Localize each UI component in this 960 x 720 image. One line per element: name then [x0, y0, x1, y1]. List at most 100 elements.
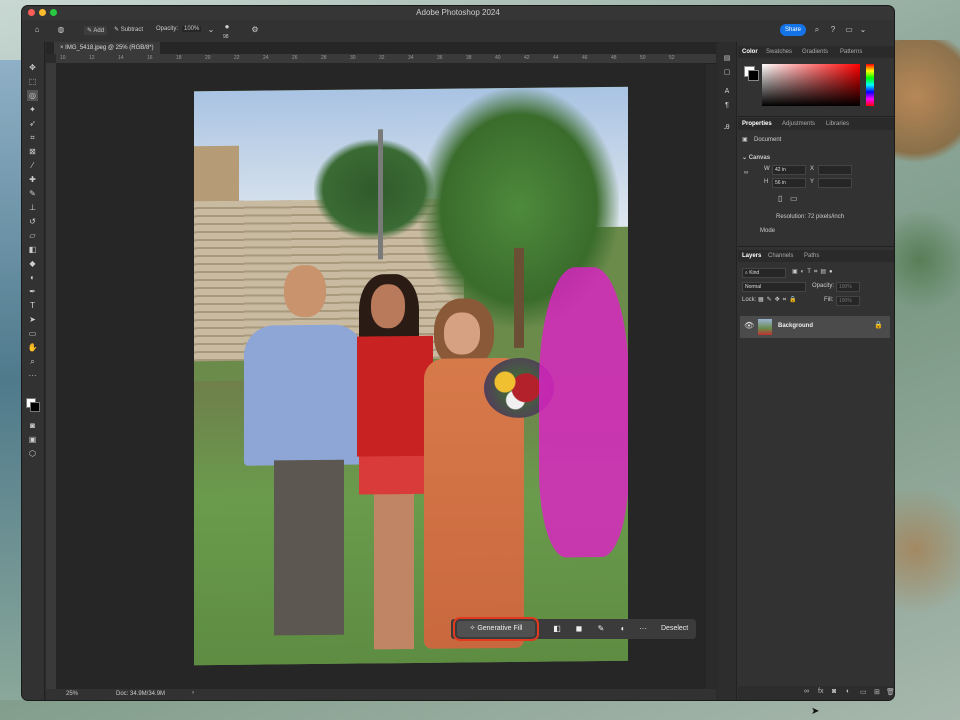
y-input[interactable]	[818, 178, 852, 188]
magic-wand-tool-icon[interactable]: ✦	[27, 104, 38, 115]
layer-filter-kind[interactable]: ⌕ Kind	[742, 268, 786, 278]
more-options-icon[interactable]: ···	[637, 623, 649, 635]
object-selection-tool-icon[interactable]: ◎	[27, 90, 38, 101]
hand-tool-icon[interactable]: ✋	[27, 342, 38, 353]
gear-icon[interactable]: ⚙	[250, 25, 260, 35]
eraser-tool-icon[interactable]: ▱	[27, 230, 38, 241]
layer-row-background[interactable]: 👁 Background 🔒	[740, 316, 890, 338]
tab-libraries[interactable]: Libraries	[826, 121, 849, 127]
chevron-down-icon[interactable]: ⌄	[858, 25, 868, 35]
select-subject-icon[interactable]: ◧	[551, 623, 563, 635]
document-tab[interactable]: × IMG_5418.jpeg @ 25% (RGB/8*)	[54, 42, 160, 54]
options-bar: ⌂ ◍ ✎ Add ✎ Subtract Opacity: 100% ⌄ ● 9…	[22, 20, 894, 43]
home-icon[interactable]: ⌂	[32, 25, 42, 35]
portrait-orientation-icon[interactable]: ▯	[778, 194, 782, 203]
help-icon[interactable]: ?	[828, 25, 838, 35]
move-tool-icon[interactable]: ✥	[27, 62, 38, 73]
subtract-mode-button[interactable]: ✎ Subtract	[114, 26, 143, 33]
brush-tool-icon[interactable]: ✎	[27, 188, 38, 199]
pen-tool-icon[interactable]: ✒	[27, 286, 38, 297]
add-mode-button[interactable]: ✎ Add	[84, 26, 108, 35]
layer-filter-icons[interactable]: ▣◐T⌗▤●	[792, 268, 836, 276]
healing-brush-tool-icon[interactable]: ✚	[27, 174, 38, 185]
zoom-level[interactable]: 25%	[66, 691, 78, 697]
landscape-orientation-icon[interactable]: ▭	[790, 194, 798, 203]
path-selection-tool-icon[interactable]: ➤	[27, 314, 38, 325]
blend-mode-select[interactable]: Normal	[742, 282, 806, 292]
tab-color[interactable]: Color	[742, 49, 758, 55]
modify-selection-icon[interactable]: ✎	[595, 623, 607, 635]
tab-channels[interactable]: Channels	[768, 253, 793, 259]
history-icon[interactable]: ▤	[722, 54, 732, 64]
dodge-tool-icon[interactable]: ◐	[27, 272, 38, 283]
brush-preset-icon[interactable]: ●	[222, 22, 232, 32]
lock-icons[interactable]: ▦✎✥⌗🔒	[758, 296, 800, 304]
add-mask-icon[interactable]: ◙	[832, 688, 836, 695]
hue-slider[interactable]	[866, 64, 874, 106]
mask-icon[interactable]: ◼	[573, 623, 585, 635]
link-layers-icon[interactable]: ∞	[804, 688, 809, 695]
quick-selection-tool-icon[interactable]: ◍	[56, 25, 66, 35]
quick-mask-icon[interactable]: ◙	[27, 420, 38, 431]
background-swatch[interactable]	[748, 70, 759, 81]
kind-label: Kind	[749, 270, 760, 276]
eye-icon[interactable]: 👁	[744, 321, 754, 330]
height-label: H	[764, 179, 769, 185]
tab-paths[interactable]: Paths	[804, 253, 819, 259]
ruler-tick-label: 52	[669, 55, 675, 61]
x-input[interactable]	[818, 165, 852, 175]
type-tool-icon[interactable]: T	[27, 300, 38, 311]
canvas-section-label[interactable]: ⌄ Canvas	[742, 154, 770, 161]
tab-swatches[interactable]: Swatches	[766, 49, 792, 55]
frame-tool-icon[interactable]: ⊠	[27, 146, 38, 157]
rectangle-tool-icon[interactable]: ▭	[27, 328, 38, 339]
extras-icon[interactable]: ⬡	[27, 448, 38, 459]
background-color-swatch[interactable]	[30, 402, 40, 412]
chevron-right-icon[interactable]: ›	[192, 690, 194, 696]
adjustment-layer-icon[interactable]: ◐	[846, 688, 850, 695]
crop-tool-icon[interactable]: ⌗	[27, 132, 38, 143]
height-input[interactable]: 56 in	[772, 178, 806, 188]
width-input[interactable]: 42 in	[772, 165, 806, 175]
tab-layers[interactable]: Layers	[742, 253, 761, 259]
marquee-tool-icon[interactable]: ⬚	[27, 76, 38, 87]
blur-tool-icon[interactable]: ◆	[27, 258, 38, 269]
new-layer-icon[interactable]: ⊞	[874, 688, 880, 696]
document-canvas[interactable]	[194, 86, 628, 666]
history-brush-tool-icon[interactable]: ↺	[27, 216, 38, 227]
fill-input[interactable]: 100%	[836, 296, 860, 306]
color-picker-field[interactable]	[762, 64, 860, 106]
screen-mode-icon[interactable]: ▣	[27, 434, 38, 445]
width-label: W	[764, 166, 770, 172]
tab-adjustments[interactable]: Adjustments	[782, 121, 815, 127]
clone-stamp-tool-icon[interactable]: ⊥	[27, 202, 38, 213]
eyedropper-tool-icon[interactable]: ⁄	[27, 160, 38, 171]
canvas-pasteboard[interactable]: ✧ Generative Fill ◧ ◼ ✎ ◐ ··· Deselect	[56, 63, 706, 689]
add-label: Add	[93, 28, 105, 34]
chevron-down-icon[interactable]: ⌄	[206, 25, 216, 35]
generative-fill-button[interactable]: ✧ Generative Fill	[453, 617, 539, 641]
paint-bucket-tool-icon[interactable]: ◧	[27, 244, 38, 255]
tab-patterns[interactable]: Patterns	[840, 49, 862, 55]
layer-opacity-input[interactable]: 100%	[836, 282, 860, 292]
character-icon[interactable]: A	[722, 88, 732, 98]
adjustment-layer-icon[interactable]: ◐	[617, 623, 629, 635]
paragraph-icon[interactable]: ¶	[722, 102, 732, 112]
folder-icon[interactable]: ▭	[860, 688, 867, 696]
more-tools-icon[interactable]: ···	[27, 370, 38, 381]
tab-gradients[interactable]: Gradients	[802, 49, 828, 55]
lasso-tool-icon[interactable]: ➶	[27, 118, 38, 129]
tab-properties[interactable]: Properties	[742, 121, 772, 127]
share-button[interactable]: Share	[780, 24, 806, 36]
opacity-input[interactable]: 100%	[182, 26, 202, 32]
trash-icon[interactable]: 🗑	[886, 688, 894, 696]
comments-icon[interactable]: ▢	[722, 68, 732, 78]
link-icon[interactable]: ∞	[744, 170, 748, 176]
layer-style-icon[interactable]: fx	[818, 688, 823, 695]
search-icon[interactable]: ⌕	[812, 25, 822, 35]
lock-icon[interactable]: 🔒	[874, 321, 883, 329]
glyphs-icon[interactable]: Ꭿ	[722, 124, 732, 134]
workspace-icon[interactable]: ▭	[844, 25, 854, 35]
deselect-button[interactable]: Deselect	[661, 619, 688, 639]
zoom-tool-icon[interactable]: ⌕	[27, 356, 38, 367]
